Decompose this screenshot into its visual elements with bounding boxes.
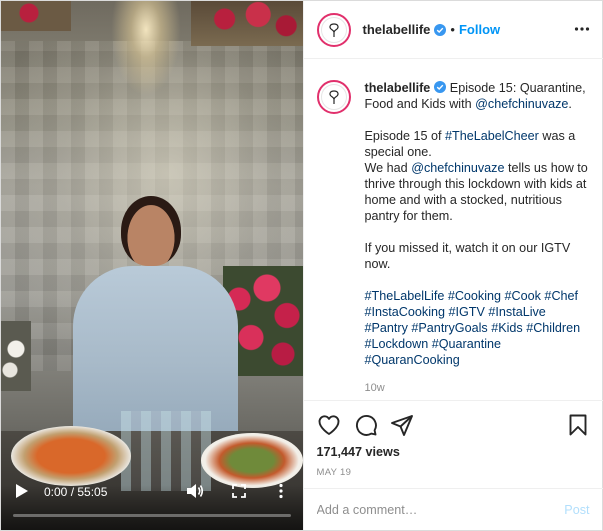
caption-avatar[interactable]	[316, 80, 351, 114]
brand-logo-icon	[328, 22, 339, 37]
chandelier	[111, 1, 181, 96]
mention-link[interactable]: @chefchinuvaze	[475, 97, 568, 111]
post-age: 10w	[364, 382, 385, 394]
caption-area: thelabellife Episode 15: Quarantine, Foo…	[304, 60, 603, 400]
caption-text: thelabellife Episode 15: Quarantine, Foo…	[365, 80, 590, 400]
dish-right	[201, 433, 303, 488]
comment-box: Post	[303, 488, 603, 530]
instagram-post: 0:00 / 55:05 thelabellife • Follow thela…	[0, 0, 603, 531]
caption-first-line: thelabellife Episode 15: Quarantine, Foo…	[365, 80, 590, 112]
view-count[interactable]: 171,447 views	[317, 445, 590, 459]
video-more-icon[interactable]	[278, 483, 284, 499]
caption-line1-end: .	[568, 97, 572, 111]
caption-paragraph-2: Episode 15 of #TheLabelCheer was a speci…	[364, 129, 576, 159]
caption-username[interactable]: thelabellife	[365, 81, 431, 95]
volume-icon[interactable]	[186, 483, 204, 499]
hashtag-link[interactable]: #TheLabelCheer	[445, 129, 539, 143]
share-paper-plane-icon[interactable]	[390, 413, 414, 437]
play-icon[interactable]	[15, 483, 29, 499]
verified-badge-icon	[434, 23, 447, 36]
glasses	[121, 411, 211, 491]
video-progress-bar[interactable]	[13, 514, 291, 517]
follow-button[interactable]: Follow	[459, 22, 500, 37]
header-separator: •	[450, 22, 455, 37]
flowers-top-left	[1, 1, 71, 31]
post-date: MAY 19	[316, 467, 352, 478]
caption-paragraph-3: We had @chefchinuvaze tells us how to th…	[364, 161, 588, 223]
header-username[interactable]: thelabellife	[363, 22, 431, 37]
video-player[interactable]: 0:00 / 55:05	[1, 1, 303, 530]
caption-paragraph-4: If you missed it, watch it on our IGTV n…	[364, 241, 571, 271]
comment-input[interactable]	[316, 502, 565, 517]
more-options-icon[interactable]	[574, 21, 590, 37]
dish-left	[11, 426, 131, 486]
verified-badge-icon	[434, 81, 447, 93]
post-comment-button[interactable]: Post	[564, 503, 589, 517]
mention-link[interactable]: @chefchinuvaze	[411, 161, 504, 175]
avatar[interactable]	[316, 12, 351, 47]
heart-icon[interactable]	[317, 413, 341, 437]
post-side-panel: thelabellife • Follow thelabellife Episo…	[302, 1, 603, 530]
flowers-left	[1, 321, 31, 391]
chef-figure-head	[121, 196, 181, 266]
comment-bubble-icon[interactable]	[354, 413, 378, 437]
flowers-top	[191, 1, 303, 46]
brand-logo-icon	[328, 90, 339, 104]
post-header: thelabellife • Follow	[303, 1, 603, 59]
action-bar: 171,447 views MAY 19	[303, 400, 603, 478]
bookmark-icon[interactable]	[566, 413, 590, 437]
fullscreen-icon[interactable]	[232, 484, 246, 498]
video-time: 0:00 / 55:05	[44, 485, 108, 499]
hashtags-list[interactable]: #TheLabelLife #Cooking #Cook #Chef #Inst…	[365, 288, 590, 368]
